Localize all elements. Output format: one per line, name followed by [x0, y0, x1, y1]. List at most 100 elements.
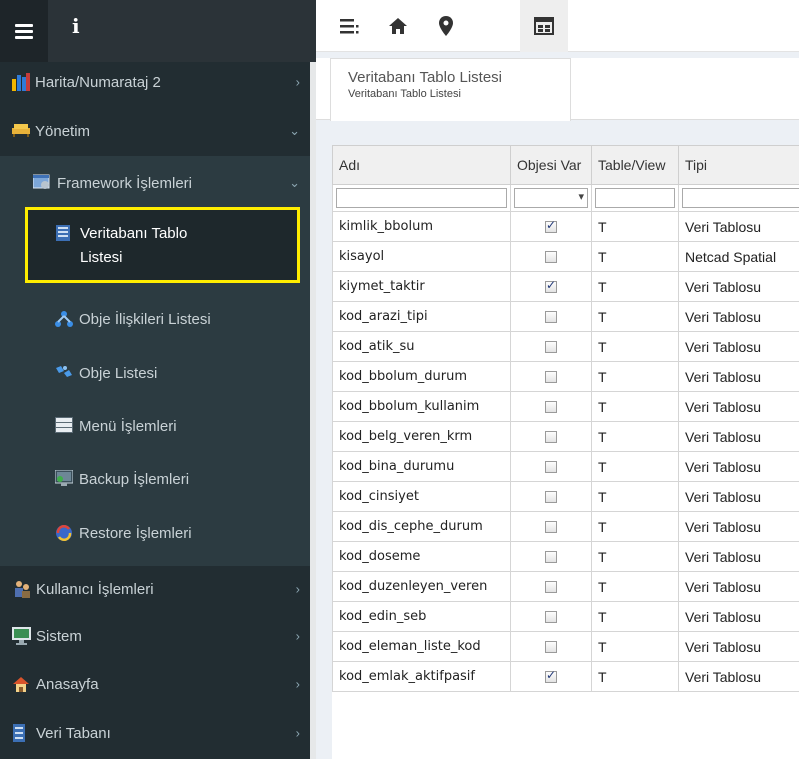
cell-adi: kod_atik_su — [332, 331, 511, 362]
chevron-right-icon: › — [295, 676, 300, 692]
objesi-var-checkbox — [545, 640, 557, 653]
filter-cell — [510, 184, 592, 212]
table-row[interactable]: kod_bina_durumu T Veri Tablosu — [332, 451, 799, 482]
cell-table-view: T — [591, 571, 679, 602]
filter-tipi-input[interactable] — [682, 188, 799, 208]
table-row[interactable]: kod_edin_seb T Veri Tablosu — [332, 601, 799, 632]
cell-adi: kod_bina_durumu — [332, 451, 511, 482]
sidebar-item-harita-numarataj[interactable]: Harita/Numarataj 2 › — [0, 62, 316, 102]
chevron-right-icon: › — [295, 725, 300, 741]
cell-adi: kisayol — [332, 241, 511, 272]
sidebar-item-framework[interactable]: Framework İşlemleri ⌄ — [0, 160, 316, 206]
sidebar-item-obje-iliskileri[interactable]: Obje İlişkileri Listesi — [0, 296, 316, 342]
chart-icon — [11, 73, 30, 91]
cell-objesi-var — [510, 631, 592, 662]
sidebar-item-yonetim[interactable]: Yönetim ⌄ — [0, 110, 316, 152]
info-icon[interactable]: i — [72, 14, 80, 38]
cell-objesi-var — [510, 241, 592, 272]
sidebar-item-veri-tabani[interactable]: Veri Tabanı › — [0, 710, 316, 756]
sidebar-item-label: Menü İşlemleri — [79, 417, 177, 435]
sidebar-item-restore[interactable]: Restore İşlemleri — [0, 510, 316, 556]
objesi-var-checkbox — [545, 460, 557, 473]
cell-adi: kimlik_bbolum — [332, 211, 511, 242]
cell-table-view: T — [591, 271, 679, 302]
table-row[interactable]: kiymet_taktir TVeri Tablosu — [332, 271, 799, 302]
cell-adi: kod_arazi_tipi — [332, 301, 511, 332]
map-pin-icon — [439, 16, 453, 36]
table-row[interactable]: kod_bbolum_kullanim T Veri Tablosu — [332, 391, 799, 422]
sidebar-item-backup[interactable]: Backup İşlemleri — [0, 456, 316, 502]
column-header-table-view[interactable]: Table/View — [591, 145, 679, 185]
sidebar-item-obje-listesi[interactable]: Obje Listesi — [0, 350, 316, 396]
sidebar-item-menu-islemleri[interactable]: Menü İşlemleri — [0, 403, 316, 449]
chevron-down-icon: ⌄ — [289, 123, 300, 138]
cell-adi: kod_edin_seb — [332, 601, 511, 632]
table-row[interactable]: kod_doseme T Veri Tablosu — [332, 541, 799, 572]
cell-adi: kod_duzenleyen_veren — [332, 571, 511, 602]
table-row[interactable]: kod_arazi_tipi T Veri Tablosu — [332, 301, 799, 332]
sidebar-item-kullanici[interactable]: Kullanıcı İşlemleri › — [0, 566, 316, 612]
window-button[interactable] — [520, 0, 568, 52]
cell-adi: kod_dis_cephe_durum — [332, 511, 511, 542]
home-button[interactable] — [374, 0, 422, 52]
cell-objesi-var — [510, 301, 592, 332]
cell-tipi: Netcad Spatial — [678, 241, 799, 272]
chevron-down-icon: ⌄ — [289, 175, 300, 190]
sidebar-item-label: Veri Tabanı — [36, 724, 111, 742]
cell-tipi: Veri Tablosu — [678, 511, 799, 542]
sidebar-item-label: Obje Listesi — [79, 364, 158, 382]
cell-table-view: T — [591, 661, 679, 692]
main-content: Veritabanı Tablo Listesi Veritabanı Tabl… — [316, 52, 799, 759]
hierarchy-icon — [55, 310, 73, 328]
hamburger-menu-button[interactable] — [0, 0, 48, 62]
list-menu-button[interactable] — [326, 0, 374, 52]
map-pin-button[interactable] — [422, 0, 470, 52]
cell-tipi: Veri Tablosu — [678, 541, 799, 572]
cell-table-view: T — [591, 631, 679, 662]
cell-objesi-var — [510, 421, 592, 452]
sidebar: i Harita/Numarataj 2 › Yönetim ⌄ Framewo… — [0, 0, 316, 759]
cell-objesi-var — [510, 391, 592, 422]
tab-title: Veritabanı Tablo Listesi — [348, 69, 502, 86]
tab-veritabani-tablo-listesi[interactable]: Veritabanı Tablo Listesi Veritabanı Tabl… — [330, 58, 571, 121]
cell-objesi-var — [510, 661, 592, 692]
home-icon — [389, 18, 407, 34]
cell-tipi: Veri Tablosu — [678, 211, 799, 242]
column-header-adi[interactable]: Adı — [332, 145, 511, 185]
chevron-right-icon: › — [295, 581, 300, 597]
table-row[interactable]: kisayol T Netcad Spatial — [332, 241, 799, 272]
sidebar-header: i — [0, 0, 316, 62]
sidebar-item-sistem[interactable]: Sistem › — [0, 613, 316, 659]
cell-adi: kod_belg_veren_krm — [332, 421, 511, 452]
filter-table-view-input[interactable] — [595, 188, 675, 208]
filter-adi-input[interactable] — [336, 188, 507, 208]
table-body: kimlik_bbolumTVeri TablosukisayolTNetcad… — [332, 211, 799, 692]
cell-tipi: Veri Tablosu — [678, 421, 799, 452]
table-row[interactable]: kod_bbolum_durum T Veri Tablosu — [332, 361, 799, 392]
table-row[interactable]: kod_duzenleyen_veren T Veri Tablosu — [332, 571, 799, 602]
sofa-icon — [11, 122, 30, 140]
cell-tipi: Veri Tablosu — [678, 661, 799, 692]
objesi-var-checkbox — [545, 310, 557, 323]
table-row[interactable]: kod_belg_veren_krm T Veri Tablosu — [332, 421, 799, 452]
cell-table-view: T — [591, 301, 679, 332]
cell-table-view: T — [591, 391, 679, 422]
list-menu-icon — [340, 19, 359, 34]
table-row[interactable]: kod_emlak_aktifpasif TVeri Tablosu — [332, 661, 799, 692]
chevron-right-icon: › — [295, 628, 300, 644]
cell-table-view: T — [591, 481, 679, 512]
cell-objesi-var — [510, 451, 592, 482]
table-row[interactable]: kod_atik_su T Veri Tablosu — [332, 331, 799, 362]
table-row[interactable]: kimlik_bbolum TVeri Tablosu — [332, 211, 799, 242]
column-header-tipi[interactable]: Tipi — [678, 145, 799, 185]
table-row[interactable]: kod_cinsiyet T Veri Tablosu — [332, 481, 799, 512]
cell-tipi: Veri Tablosu — [678, 631, 799, 662]
objesi-var-checkbox — [545, 370, 557, 383]
column-header-objesi-var[interactable]: Objesi Var — [510, 145, 592, 185]
sidebar-item-anasayfa[interactable]: Anasayfa › — [0, 661, 316, 707]
filter-objesi-select[interactable] — [514, 188, 588, 208]
objesi-var-checkbox — [545, 218, 557, 233]
table-row[interactable]: kod_dis_cephe_durum T Veri Tablosu — [332, 511, 799, 542]
cell-adi: kod_bbolum_kullanim — [332, 391, 511, 422]
table-row[interactable]: kod_eleman_liste_kod T Veri Tablosu — [332, 631, 799, 662]
